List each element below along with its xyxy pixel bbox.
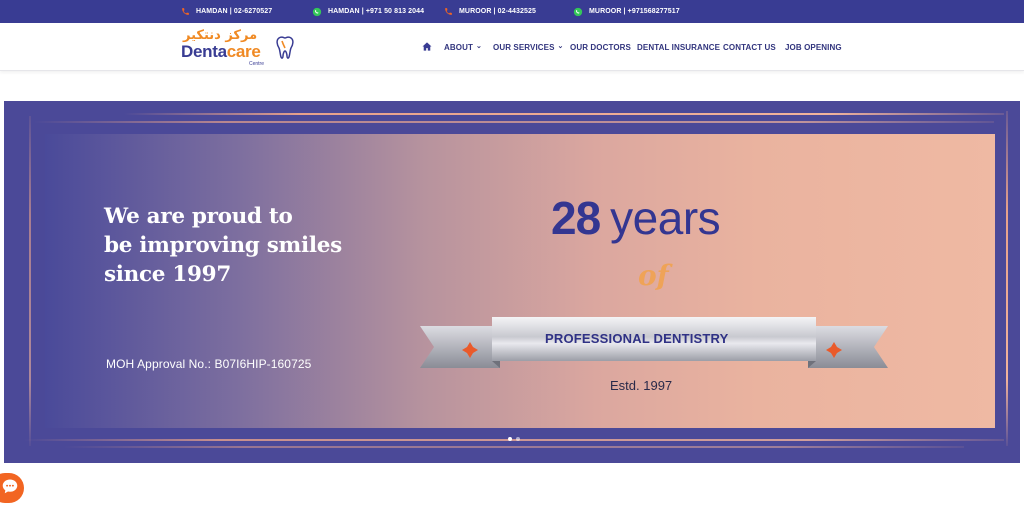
nav-label: OUR DOCTORS xyxy=(570,42,631,52)
of-text: of xyxy=(638,259,669,292)
nav-label: ABOUT xyxy=(444,42,473,52)
frame-line-top-2 xyxy=(34,121,994,123)
headline-line: be improving smiles xyxy=(104,233,342,258)
frame-line-bottom-2 xyxy=(64,446,964,448)
chat-button[interactable] xyxy=(0,473,24,503)
years-heading: 28 years xyxy=(551,191,721,245)
whatsapp-icon xyxy=(312,7,322,17)
slider-dots xyxy=(508,437,520,441)
nav-label: DENTAL INSURANCE xyxy=(637,42,721,52)
site-header: مركز دنتكير Dentacare Centre ABOUT ⌄ OUR… xyxy=(0,23,1024,71)
nav-dental-insurance[interactable]: DENTAL INSURANCE xyxy=(637,23,720,71)
chat-bubble-icon xyxy=(1,478,19,499)
moh-approval: MOH Approval No.: B07I6HIP-160725 xyxy=(106,357,312,371)
logo-centre: Centre xyxy=(249,61,265,67)
nav-about[interactable]: ABOUT ⌄ xyxy=(444,23,482,71)
slider-dot-1[interactable] xyxy=(508,437,512,441)
contact-label: MUROOR | 02-4432525 xyxy=(459,8,537,15)
hero-headline: We are proud to be improving smiles sinc… xyxy=(104,202,342,289)
contact-label: HAMDAN | 02-6270527 xyxy=(196,8,273,15)
phone-icon xyxy=(443,7,453,17)
nav-label: JOB OPENING xyxy=(785,42,842,52)
frame-line-top xyxy=(124,113,1004,115)
contact-label: HAMDAN | +971 50 813 2044 xyxy=(328,8,425,15)
nav-label: OUR SERVICES xyxy=(493,42,555,52)
home-icon xyxy=(422,41,432,53)
headline-line: We are proud to xyxy=(104,204,293,229)
nav-job-opening[interactable]: JOB OPENING xyxy=(785,23,842,71)
logo-brand-secondary: care xyxy=(226,42,261,61)
slider-dot-2[interactable] xyxy=(516,437,520,441)
contact-hamdan-phone[interactable]: HAMDAN | 02-6270527 xyxy=(180,0,272,23)
dentacare-logo[interactable]: مركز دنتكير Dentacare Centre xyxy=(171,28,303,68)
logo-wordmark: Dentacare xyxy=(181,42,261,62)
logo-arabic-name: مركز دنتكير xyxy=(183,28,258,43)
ribbon-text: PROFESSIONAL DENTISTRY xyxy=(545,331,729,346)
years-word: years xyxy=(610,192,721,244)
established-text: Estd. 1997 xyxy=(610,378,673,393)
frame-line-right xyxy=(1006,111,1008,446)
contact-label: MUROOR | +971568277517 xyxy=(589,8,680,15)
chevron-down-icon: ⌄ xyxy=(557,43,564,50)
contact-muroor-phone[interactable]: MUROOR | 02-4432525 xyxy=(443,0,536,23)
nav-our-doctors[interactable]: OUR DOCTORS xyxy=(570,23,631,71)
top-contact-bar: HAMDAN | 02-6270527 HAMDAN | +971 50 813… xyxy=(0,0,1024,23)
tooth-icon xyxy=(274,35,296,66)
chevron-down-icon: ⌄ xyxy=(475,43,482,50)
whatsapp-icon xyxy=(573,7,583,17)
phone-icon xyxy=(180,7,190,17)
nav-home[interactable] xyxy=(422,23,432,71)
contact-hamdan-whatsapp[interactable]: HAMDAN | +971 50 813 2044 xyxy=(312,0,424,23)
nav-contact-us[interactable]: CONTACT US xyxy=(723,23,776,71)
logo-brand-primary: Denta xyxy=(181,42,227,61)
years-number: 28 xyxy=(551,192,601,244)
nav-label: CONTACT US xyxy=(723,42,776,52)
nav-our-services[interactable]: OUR SERVICES ⌄ xyxy=(493,23,563,71)
contact-muroor-whatsapp[interactable]: MUROOR | +971568277517 xyxy=(573,0,680,23)
ribbon-banner xyxy=(420,317,888,368)
frame-line-left xyxy=(29,116,31,446)
headline-line: since 1997 xyxy=(104,262,231,287)
